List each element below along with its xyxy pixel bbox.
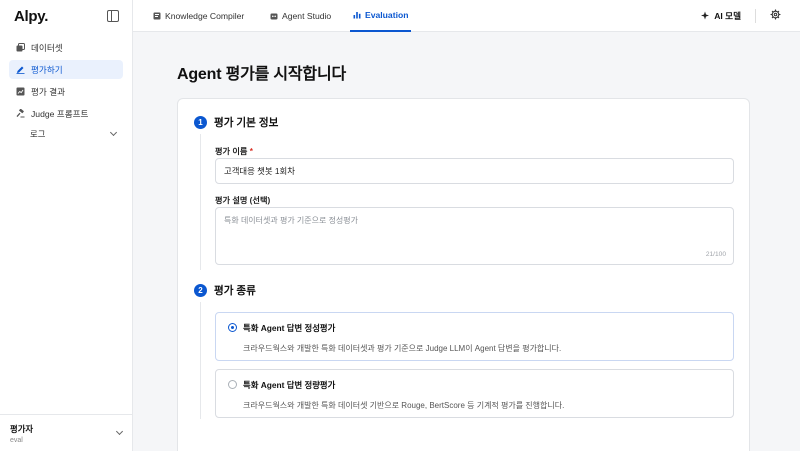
section-divider-line	[200, 302, 201, 419]
logo-row: Alpy.	[0, 0, 132, 32]
pencil-icon	[16, 65, 25, 74]
sidebar-item-results[interactable]: 평가 결과	[9, 82, 123, 101]
section-basic-info-header: 1 평가 기본 정보	[194, 115, 278, 130]
sidebar-nav: 데이터셋 평가하기 평가 결과 Judge 프롬프트 로그	[0, 32, 132, 142]
sidebar-item-label: Judge 프롬프트	[31, 108, 89, 119]
option-title: 특화 Agent 답변 정성평가	[243, 323, 336, 333]
eval-name-input[interactable]: 고객대응 챗봇 1회차	[215, 158, 734, 184]
section-eval-type-header: 2 평가 종류	[194, 283, 256, 298]
bot-icon	[270, 12, 278, 20]
sparkle-icon	[701, 11, 710, 22]
section-divider-line	[200, 134, 201, 270]
char-counter: 21/100	[705, 251, 726, 258]
input-value: 고객대응 챗봇 1회차	[224, 166, 295, 176]
sidebar-item-label: 데이터셋	[31, 42, 63, 53]
user-info: 평가자 eval	[10, 423, 33, 444]
radio-unselected[interactable]	[228, 380, 237, 389]
topbar-divider	[755, 9, 756, 23]
page-title: Agent 평가를 시작합니다	[177, 66, 346, 83]
sidebar-item-judge-prompt[interactable]: Judge 프롬프트	[9, 104, 123, 123]
tab-agent-studio[interactable]: Agent Studio	[270, 0, 331, 32]
user-role: eval	[10, 436, 23, 444]
eval-type-option-qualitative[interactable]: 특화 Agent 답변 정성평가 크라우드웍스와 개발한 특화 데이터셋과 평가…	[215, 312, 734, 361]
field-label-text: 평가 이름	[215, 147, 248, 156]
app-logo[interactable]: Alpy.	[14, 8, 48, 25]
chart-icon	[16, 87, 25, 96]
gavel-icon	[16, 109, 25, 118]
radio-selected[interactable]	[228, 323, 237, 332]
user-menu[interactable]: 평가자 eval	[0, 414, 132, 451]
eval-name-label: 평가 이름 *	[215, 145, 253, 157]
ai-model-label: AI 모델	[714, 11, 741, 21]
sidebar-collapse-icon[interactable]	[107, 10, 119, 22]
bar-chart-icon	[353, 11, 361, 19]
chevron-down-icon	[115, 427, 124, 436]
section-title: 평가 기본 정보	[214, 117, 279, 129]
section-title: 평가 종류	[214, 285, 256, 297]
ai-model-button[interactable]: AI 모델	[701, 10, 741, 22]
tab-evaluation[interactable]: Evaluation	[350, 0, 412, 32]
evaluation-form-card: 1 평가 기본 정보 평가 이름 * 고객대응 챗봇 1회차 평가 설명 (선택…	[177, 98, 750, 451]
sidebar-item-label: 평가하기	[31, 64, 63, 75]
required-mark: *	[249, 147, 253, 156]
sidebar-item-label: 평가 결과	[31, 86, 66, 97]
option-desc: 크라우드웍스와 개발한 특화 데이터셋 기반으로 Rouge, BertScor…	[243, 401, 565, 410]
tab-knowledge-compiler[interactable]: Knowledge Compiler	[153, 0, 244, 32]
textarea-placeholder: 특화 데이터셋과 평가 기준으로 정성평가	[224, 216, 359, 225]
topbar: Knowledge Compiler Agent Studio Evaluati…	[133, 0, 800, 32]
tab-label: Agent Studio	[282, 11, 332, 21]
tab-label: Evaluation	[365, 10, 409, 20]
chevron-down-icon	[109, 128, 118, 137]
gear-icon[interactable]	[770, 9, 781, 23]
option-title: 특화 Agent 답변 정량평가	[243, 380, 336, 390]
step-number: 2	[194, 284, 207, 297]
eval-desc-textarea[interactable]: 특화 데이터셋과 평가 기준으로 정성평가 21/100	[215, 207, 734, 265]
topbar-actions: AI 모델	[701, 0, 781, 32]
step-number: 1	[194, 116, 207, 129]
dataset-icon	[16, 43, 25, 52]
sidebar-item-logs[interactable]: 로그	[9, 126, 123, 142]
eval-desc-label: 평가 설명 (선택)	[215, 196, 271, 205]
tab-label: Knowledge Compiler	[165, 11, 245, 21]
sidebar: Alpy. 데이터셋 평가하기 평가 결과 Judge 프롬프트 로그 평가자 …	[0, 0, 133, 451]
sidebar-sub-label: 로그	[30, 129, 46, 139]
user-name: 평가자	[10, 423, 34, 434]
sidebar-item-dataset[interactable]: 데이터셋	[9, 38, 123, 57]
sidebar-item-evaluate[interactable]: 평가하기	[9, 60, 123, 79]
eval-type-option-quantitative[interactable]: 특화 Agent 답변 정량평가 크라우드웍스와 개발한 특화 데이터셋 기반으…	[215, 369, 734, 418]
book-icon	[153, 12, 161, 20]
option-desc: 크라우드웍스와 개발한 특화 데이터셋과 평가 기준으로 Judge LLM이 …	[243, 344, 562, 353]
